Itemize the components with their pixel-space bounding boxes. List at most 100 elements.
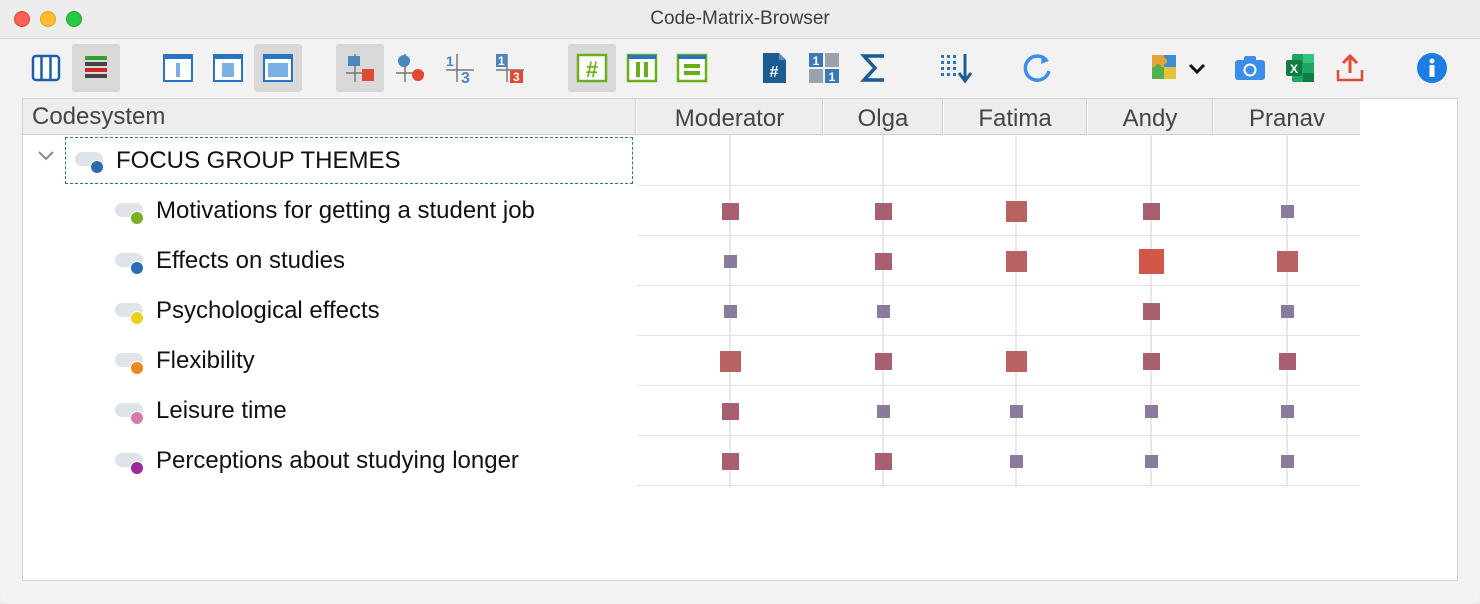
document-hash-button[interactable]: # [750, 44, 798, 92]
matrix-cell-square[interactable] [1009, 454, 1023, 468]
wide-column-button[interactable] [254, 44, 302, 92]
matrix-cell-square[interactable] [721, 452, 739, 470]
refresh-icon [1023, 54, 1051, 82]
heatmap-numbers-icon: 13 [496, 54, 524, 84]
matrix-cell-square[interactable] [1144, 404, 1158, 418]
matrix-cell-square[interactable] [876, 404, 890, 418]
matrix-cell-square[interactable] [1280, 204, 1294, 218]
export-button[interactable] [1326, 44, 1374, 92]
svg-text:3: 3 [513, 70, 520, 84]
code-icon [115, 201, 145, 225]
tree-row-code[interactable]: Perceptions about studying longer [23, 436, 1360, 486]
circles-symbol-icon [396, 54, 424, 82]
matrix-cell-square[interactable] [721, 402, 739, 420]
code-label: Leisure time [156, 397, 287, 424]
info-button[interactable] [1408, 44, 1456, 92]
tree-row-code[interactable]: Leisure time [23, 386, 1360, 436]
matrix-cell-square[interactable] [1005, 350, 1027, 372]
sigma-button[interactable] [850, 44, 898, 92]
column-header-olga[interactable]: Olga [824, 99, 943, 135]
numbers-symbol-icon: 13 [446, 53, 474, 85]
columns-view-button[interactable] [22, 44, 70, 92]
row-totals-button[interactable] [668, 44, 716, 92]
matrix-cell-square[interactable] [1144, 454, 1158, 468]
wide-column-icon [263, 54, 293, 82]
svg-text:#: # [770, 64, 779, 81]
squares-symbol-icon [346, 54, 374, 82]
narrow-column-icon [163, 54, 193, 82]
row-totals-icon [676, 53, 708, 83]
code-matrix-browser-window: Code-Matrix-Browser 13 13 # # 1 1 X Code… [0, 0, 1480, 604]
matrix-cell-square[interactable] [1142, 202, 1160, 220]
matrix-cell-square[interactable] [1138, 248, 1164, 274]
matrix-cell-square[interactable] [1280, 404, 1294, 418]
puzzle-export-icon [1152, 55, 1206, 79]
matrix-cell-square[interactable] [1005, 200, 1027, 222]
puzzle-export-button[interactable] [1146, 44, 1212, 92]
columns-view-icon [31, 54, 61, 82]
tree-row-code[interactable]: Flexibility [23, 336, 1360, 386]
matrix-cell-square[interactable] [1142, 302, 1160, 320]
code-label: Perceptions about studying longer [156, 447, 519, 474]
toolbar: 13 13 # # 11 X [0, 39, 1480, 97]
column-header-andy[interactable]: Andy [1088, 99, 1213, 135]
code-color-dot [130, 361, 144, 375]
circles-symbol-button[interactable] [386, 44, 434, 92]
svg-text:1: 1 [813, 54, 820, 68]
column-header-moderator[interactable]: Moderator [637, 99, 823, 135]
info-icon [1417, 53, 1447, 83]
code-color-dot [130, 461, 144, 475]
excel-export-button[interactable]: X [1276, 44, 1324, 92]
svg-text:3: 3 [461, 70, 470, 85]
svg-text:1: 1 [446, 53, 454, 69]
matrix-cell-square[interactable] [1009, 404, 1023, 418]
column-totals-button[interactable] [618, 44, 666, 92]
matrix-cell-square[interactable] [723, 254, 737, 268]
numbers-symbol-button[interactable]: 13 [436, 44, 484, 92]
binary-grid-button[interactable]: 11 [800, 44, 848, 92]
code-icon [115, 401, 145, 425]
hash-grid-button[interactable]: # [568, 44, 616, 92]
window-title: Code-Matrix-Browser [650, 8, 830, 29]
code-icon [115, 251, 145, 275]
code-color-dot [130, 261, 144, 275]
code-color-dot [130, 311, 144, 325]
squares-symbol-button[interactable] [336, 44, 384, 92]
matrix-cell-square[interactable] [721, 202, 739, 220]
column-header-pranav[interactable]: Pranav [1214, 99, 1360, 135]
sort-down-button[interactable] [932, 44, 980, 92]
column-header-fatima[interactable]: Fatima [944, 99, 1087, 135]
matrix-cell-square[interactable] [874, 252, 892, 270]
narrow-column-button[interactable] [154, 44, 202, 92]
matrix-cell-square[interactable] [874, 202, 892, 220]
matrix-panel: Codesystem Moderator Olga Fatima Andy Pr… [22, 98, 1458, 581]
matrix-cell-square[interactable] [1278, 352, 1296, 370]
tree-row-code[interactable]: Motivations for getting a student job [23, 186, 1360, 236]
matrix-cell-square[interactable] [876, 304, 890, 318]
screenshot-button[interactable] [1226, 44, 1274, 92]
matrix-cell-square[interactable] [874, 352, 892, 370]
codesystem-header[interactable]: Codesystem [23, 99, 636, 135]
tree-row-code[interactable]: Psychological effects [23, 286, 1360, 336]
sort-down-icon [941, 54, 973, 84]
colored-rows-button[interactable] [72, 44, 120, 92]
matrix-cell-square[interactable] [874, 452, 892, 470]
refresh-button[interactable] [1014, 44, 1062, 92]
matrix-cell-square[interactable] [1280, 454, 1294, 468]
matrix-cell-square[interactable] [719, 350, 741, 372]
tree-row-code[interactable]: Effects on studies [23, 236, 1360, 286]
codesystem-header-label: Codesystem [32, 103, 166, 130]
matrix-cell-square[interactable] [1276, 250, 1298, 272]
matrix-cell-square[interactable] [1142, 352, 1160, 370]
code-label: Psychological effects [156, 297, 380, 324]
matrix-cell-square[interactable] [1005, 250, 1027, 272]
svg-text:1: 1 [829, 70, 836, 84]
chevron-down-icon[interactable] [37, 150, 55, 162]
export-icon [1336, 53, 1364, 82]
matrix-cell-square[interactable] [723, 304, 737, 318]
heatmap-numbers-button[interactable]: 13 [486, 44, 534, 92]
svg-text:1: 1 [498, 54, 505, 68]
colored-rows-icon [85, 56, 107, 78]
medium-column-button[interactable] [204, 44, 252, 92]
matrix-cell-square[interactable] [1280, 304, 1294, 318]
